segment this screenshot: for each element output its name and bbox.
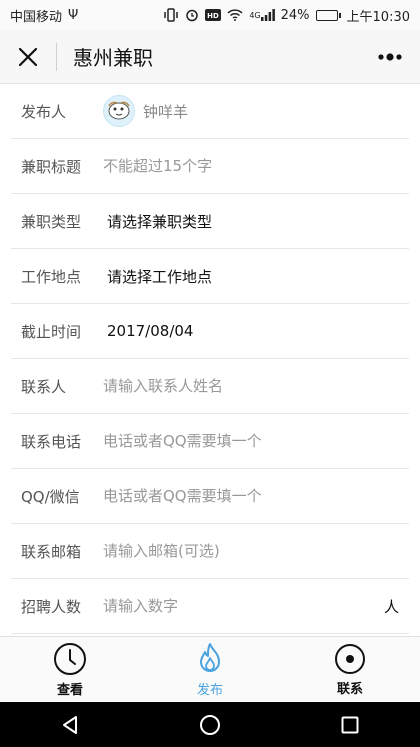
location-picker[interactable]: 请选择工作地点 [107, 266, 212, 287]
deadline-label: 截止时间 [21, 322, 82, 341]
phone-input[interactable] [103, 414, 409, 468]
deadline-picker[interactable]: 2017/08/04 [107, 322, 193, 340]
close-icon [18, 47, 38, 66]
row-email: 联系邮箱 [11, 524, 409, 579]
row-title: 兼职标题 [11, 139, 409, 194]
flame-icon [200, 642, 220, 672]
row-contact: 联系人 [11, 359, 409, 414]
home-icon [200, 714, 220, 735]
status-right: HD 4G 24% 上午10:30 [163, 6, 410, 25]
clock-time: 上午10:30 [346, 9, 410, 25]
qq-input[interactable] [103, 469, 409, 523]
tab-view[interactable]: 查看 [0, 637, 140, 702]
publish-form: 发布人 钟咩羊 兼职标题 兼职类型 请选择兼职类型 工作地点 请选择工作地点 截… [0, 84, 420, 634]
type-picker[interactable]: 请选择兼职类型 [107, 211, 212, 232]
headcount-input[interactable] [103, 579, 384, 633]
carrier-name: 中国移动 [10, 9, 63, 25]
page-title: 惠州兼职 [73, 46, 153, 70]
contact-label: 联系人 [21, 377, 67, 396]
recents-button[interactable] [320, 702, 380, 747]
status-bar: 中国移动 Ψ HD 4G 24% 上午10:30 [0, 0, 420, 30]
status-left: 中国移动 Ψ [10, 6, 78, 25]
publisher-label: 发布人 [21, 102, 67, 121]
signal-icon: 4G [249, 9, 275, 21]
row-qq: QQ/微信 [11, 469, 409, 524]
battery-icon [315, 9, 341, 21]
row-location[interactable]: 工作地点 请选择工作地点 [11, 249, 409, 304]
screen: 中国移动 Ψ HD 4G 24% 上午10:30 惠州兼职 发布人 钟咩羊 兼职… [0, 0, 420, 747]
tab-view-label: 查看 [56, 682, 83, 698]
email-input[interactable] [103, 524, 409, 578]
vibrate-icon [163, 8, 179, 22]
back-button[interactable] [40, 702, 100, 747]
clock-icon [54, 642, 86, 675]
row-deadline[interactable]: 截止时间 2017/08/04 [11, 304, 409, 359]
qq-label: QQ/微信 [21, 487, 80, 506]
publisher-field: 钟咩羊 [103, 84, 409, 138]
email-label: 联系邮箱 [21, 542, 82, 561]
android-nav-bar [0, 702, 420, 747]
title-label: 兼职标题 [21, 157, 82, 176]
wifi-icon [227, 9, 243, 21]
tab-contact-label: 联系 [336, 681, 363, 697]
hd-icon: HD [205, 9, 222, 21]
close-button[interactable] [0, 30, 56, 84]
battery-percent: 24% [280, 7, 310, 23]
phone-label: 联系电话 [21, 432, 82, 451]
back-icon [63, 715, 77, 734]
row-publisher: 发布人 钟咩羊 [11, 84, 409, 139]
network-type: 4G [249, 10, 261, 20]
tab-contact[interactable]: 联系 [280, 637, 420, 702]
alarm-icon [185, 8, 199, 22]
recents-icon [341, 716, 359, 733]
contact-input[interactable] [103, 359, 409, 413]
tab-publish[interactable]: 发布 [140, 637, 280, 702]
app-header: 惠州兼职 [0, 30, 420, 84]
location-label: 工作地点 [21, 267, 82, 286]
home-button[interactable] [180, 702, 240, 747]
target-icon [335, 643, 365, 674]
avatar [103, 95, 135, 127]
headcount-unit: 人 [383, 597, 399, 616]
publisher-name: 钟咩羊 [143, 102, 189, 121]
headcount-label: 招聘人数 [21, 597, 82, 616]
tab-publish-label: 发布 [196, 682, 223, 698]
more-button[interactable] [360, 30, 420, 84]
row-type[interactable]: 兼职类型 请选择兼职类型 [11, 194, 409, 249]
svg-text:HD: HD [207, 12, 219, 20]
usb-icon: Ψ [68, 7, 79, 23]
type-label: 兼职类型 [21, 212, 82, 231]
more-icon [378, 52, 402, 61]
title-input[interactable] [103, 139, 409, 193]
header-divider [56, 42, 57, 71]
row-phone: 联系电话 [11, 414, 409, 469]
row-headcount: 招聘人数 人 [11, 579, 409, 634]
tab-bar: 查看 发布 联系 [0, 636, 420, 702]
